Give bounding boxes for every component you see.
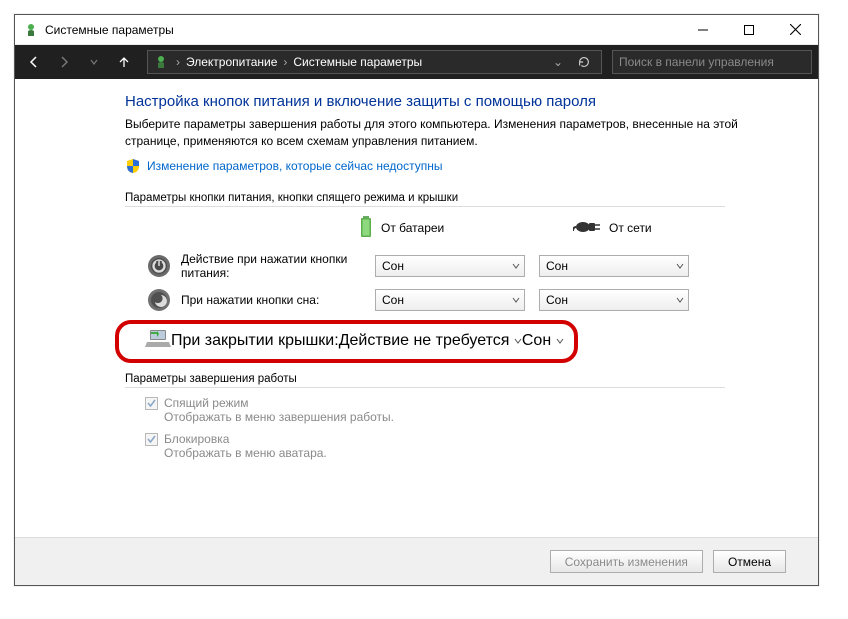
column-battery-label: От батареи — [381, 221, 444, 235]
footer: Сохранить изменения Отмена — [15, 537, 818, 585]
chevron-down-icon — [676, 293, 684, 307]
power-battery-dropdown[interactable]: Сон — [375, 255, 525, 277]
shield-icon — [125, 158, 141, 174]
chevron-right-icon: › — [174, 55, 182, 69]
recent-dropdown[interactable] — [81, 49, 107, 75]
breadcrumb-dropdown-icon[interactable]: ⌄ — [551, 55, 567, 69]
maximize-button[interactable] — [726, 15, 772, 45]
forward-button[interactable] — [51, 49, 77, 75]
sleep-icon — [145, 286, 173, 314]
window-title: Системные параметры — [45, 23, 174, 37]
refresh-button[interactable] — [571, 50, 597, 74]
column-plugged: От сети — [573, 218, 723, 239]
chevron-down-icon — [514, 332, 522, 349]
row-sleep-button: При нажатии кнопки сна: Сон Сон — [145, 286, 818, 314]
chevron-down-icon — [512, 259, 520, 273]
battery-icon — [359, 215, 373, 242]
cancel-button[interactable]: Отмена — [713, 550, 786, 573]
breadcrumb-item[interactable]: Системные параметры — [293, 55, 422, 69]
content-area: Настройка кнопок питания и включение защ… — [15, 79, 818, 585]
checkbox-lock-sub: Отображать в меню аватара. — [164, 446, 327, 460]
minimize-button[interactable] — [680, 15, 726, 45]
app-icon — [23, 22, 39, 38]
lid-plugged-dropdown[interactable]: Сон — [522, 332, 564, 350]
checkbox-lock: Блокировка Отображать в меню аватара. — [145, 432, 818, 460]
row-power-label: Действие при нажатии кнопки питания: — [181, 252, 375, 280]
page-title: Настройка кнопок питания и включение защ… — [15, 79, 818, 116]
checkbox-sleep-title: Спящий режим — [164, 396, 394, 410]
checkbox-sleep-sub: Отображать в меню завершения работы. — [164, 410, 394, 424]
sleep-plugged-dropdown[interactable]: Сон — [539, 289, 689, 311]
navbar: › Электропитание › Системные параметры ⌄… — [15, 45, 818, 79]
change-unavailable-link[interactable]: Изменение параметров, которые сейчас нед… — [147, 159, 443, 173]
power-plan-icon — [152, 53, 170, 71]
row-sleep-label: При нажатии кнопки сна: — [181, 293, 375, 307]
power-icon — [145, 252, 173, 280]
titlebar: Системные параметры — [15, 15, 818, 45]
checkbox-lock-title: Блокировка — [164, 432, 327, 446]
breadcrumb[interactable]: › Электропитание › Системные параметры ⌄ — [147, 50, 602, 74]
checkbox-icon[interactable] — [145, 433, 158, 446]
row-power-button: Действие при нажатии кнопки питания: Сон… — [145, 252, 818, 280]
checkbox-sleep-mode: Спящий режим Отображать в меню завершени… — [145, 396, 818, 424]
up-button[interactable] — [111, 49, 137, 75]
chevron-down-icon — [676, 259, 684, 273]
row-lid-label: При закрытии крышки: — [171, 332, 339, 350]
column-plugged-label: От сети — [609, 221, 652, 235]
plug-icon — [573, 218, 601, 239]
chevron-right-icon: › — [281, 55, 289, 69]
close-button[interactable] — [772, 15, 818, 45]
window: Системные параметры — [14, 14, 819, 586]
section-buttons-lid: Параметры кнопки питания, кнопки спящего… — [125, 192, 725, 207]
column-battery: От батареи — [359, 215, 509, 242]
sleep-battery-dropdown[interactable]: Сон — [375, 289, 525, 311]
chevron-down-icon — [556, 332, 564, 349]
laptop-icon — [145, 328, 171, 355]
power-plugged-dropdown[interactable]: Сон — [539, 255, 689, 277]
breadcrumb-item[interactable]: Электропитание — [186, 55, 277, 69]
search-placeholder: Поиск в панели управления — [619, 55, 774, 69]
lid-battery-dropdown[interactable]: Действие не требуется — [339, 332, 522, 350]
page-description: Выберите параметры завершения работы для… — [15, 116, 818, 156]
row-lid-close-highlighted: При закрытии крышки: Действие не требует… — [115, 320, 578, 363]
checkbox-icon[interactable] — [145, 397, 158, 410]
section-shutdown: Параметры завершения работы — [125, 373, 725, 388]
search-input[interactable]: Поиск в панели управления — [612, 50, 812, 74]
save-button[interactable]: Сохранить изменения — [550, 550, 703, 573]
chevron-down-icon — [512, 293, 520, 307]
back-button[interactable] — [21, 49, 47, 75]
